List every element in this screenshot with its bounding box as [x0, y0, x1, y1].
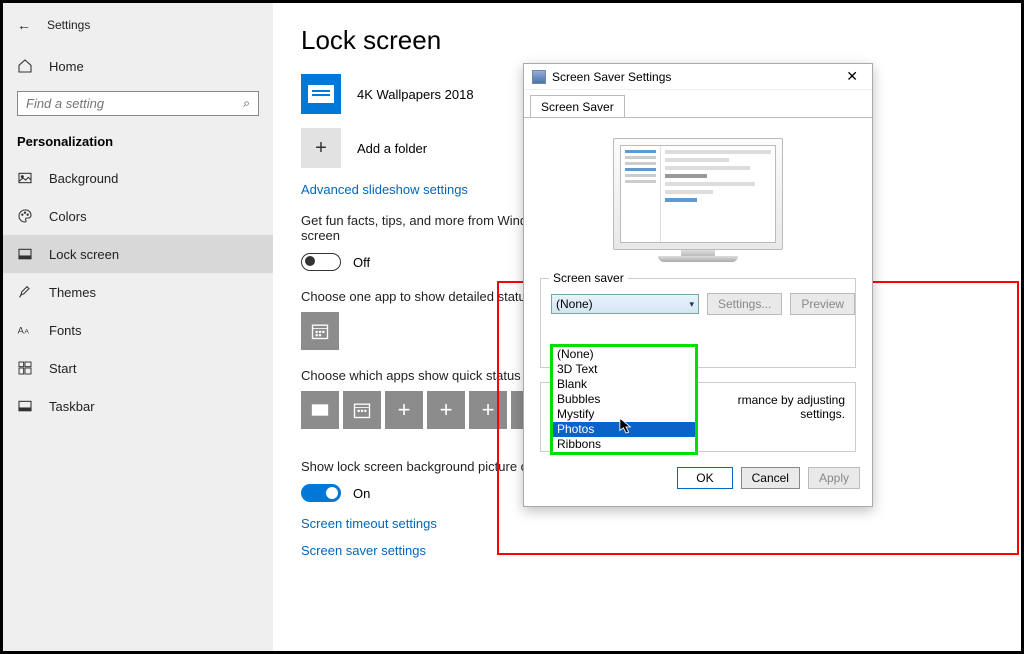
nav-label: Themes: [49, 285, 96, 300]
screensaver-dropdown[interactable]: (None) 3D Text Blank Bubbles Mystify Pho…: [550, 344, 698, 455]
add-folder-label: Add a folder: [357, 141, 427, 156]
svg-text:A: A: [24, 328, 29, 335]
group-legend: Screen saver: [549, 271, 628, 285]
apply-button[interactable]: Apply: [808, 467, 860, 489]
nav-label: Background: [49, 171, 118, 186]
brush-icon: [17, 284, 33, 300]
quick-slot-add-4[interactable]: +: [427, 391, 465, 429]
add-folder-button[interactable]: +: [301, 128, 341, 168]
settings-sidebar: ← Settings Home ⌕ Personalization Backgr…: [3, 3, 273, 651]
search-input-wrapper[interactable]: ⌕: [17, 91, 259, 116]
pm-text-2: settings.: [800, 407, 845, 421]
detailed-status-slot[interactable]: [301, 312, 339, 350]
dialog-title: Screen Saver Settings: [552, 70, 671, 84]
signin-toggle[interactable]: [301, 484, 341, 502]
screen-timeout-link[interactable]: Screen timeout settings: [301, 516, 993, 531]
monitor-preview: [613, 138, 783, 262]
nav-background[interactable]: Background: [3, 159, 273, 197]
nav-label: Colors: [49, 209, 87, 224]
nav-label: Lock screen: [49, 247, 119, 262]
nav-label: Taskbar: [49, 399, 95, 414]
toggle-on-label: On: [353, 486, 370, 501]
quick-slot-add-5[interactable]: +: [469, 391, 507, 429]
window-title: Settings: [47, 18, 90, 32]
screensaver-dialog: Screen Saver Settings ✕ Screen Saver Scr…: [523, 63, 873, 507]
option-ribbons[interactable]: Ribbons: [553, 437, 695, 452]
section-label: Personalization: [3, 128, 273, 159]
nav-taskbar[interactable]: Taskbar: [3, 387, 273, 425]
close-icon[interactable]: ✕: [840, 68, 864, 85]
back-arrow-icon[interactable]: ←: [17, 17, 31, 33]
option-photos[interactable]: Photos: [553, 422, 695, 437]
mail-icon: [310, 400, 330, 420]
search-icon: ⌕: [243, 96, 250, 111]
app-tile-label: 4K Wallpapers 2018: [357, 87, 474, 102]
nav-start[interactable]: Start: [3, 349, 273, 387]
cancel-button[interactable]: Cancel: [741, 467, 800, 489]
fonts-icon: AA: [17, 322, 33, 338]
nav-home[interactable]: Home: [3, 49, 273, 83]
plus-icon: +: [440, 397, 453, 423]
start-icon: [17, 360, 33, 376]
palette-icon: [17, 208, 33, 224]
app-tile-4k[interactable]: [301, 74, 341, 114]
dialog-icon: [532, 70, 546, 84]
quick-slot-calendar[interactable]: [343, 391, 381, 429]
nav-label: Fonts: [49, 323, 82, 338]
calendar-icon: [310, 321, 330, 341]
nav-themes[interactable]: Themes: [3, 273, 273, 311]
settings-button[interactable]: Settings...: [707, 293, 782, 315]
combo-value: (None): [556, 297, 593, 311]
picture-icon: [17, 170, 33, 186]
option-none[interactable]: (None): [553, 347, 695, 362]
quick-slot-mail[interactable]: [301, 391, 339, 429]
option-3dtext[interactable]: 3D Text: [553, 362, 695, 377]
calendar-icon: [352, 400, 372, 420]
nav-fonts[interactable]: AA Fonts: [3, 311, 273, 349]
plus-icon: +: [398, 397, 411, 423]
quick-slot-add-3[interactable]: +: [385, 391, 423, 429]
lockscreen-icon: [17, 246, 33, 262]
home-label: Home: [49, 59, 84, 74]
tab-screensaver[interactable]: Screen Saver: [530, 95, 625, 118]
preview-button[interactable]: Preview: [790, 293, 855, 315]
ok-button[interactable]: OK: [677, 467, 732, 489]
option-blank[interactable]: Blank: [553, 377, 695, 392]
pm-text-1: rmance by adjusting: [738, 393, 845, 407]
plus-icon: +: [482, 397, 495, 423]
option-bubbles[interactable]: Bubbles: [553, 392, 695, 407]
search-input[interactable]: [26, 96, 243, 111]
nav-colors[interactable]: Colors: [3, 197, 273, 235]
taskbar-icon: [17, 398, 33, 414]
screensaver-combobox[interactable]: (None) ▾: [551, 294, 699, 314]
chevron-down-icon: ▾: [689, 299, 694, 310]
screen-saver-link[interactable]: Screen saver settings: [301, 543, 993, 558]
nav-lockscreen[interactable]: Lock screen: [3, 235, 273, 273]
page-title: Lock screen: [301, 25, 993, 56]
svg-text:A: A: [18, 325, 25, 335]
home-icon: [17, 58, 33, 74]
toggle-off-label: Off: [353, 255, 370, 270]
nav-label: Start: [49, 361, 76, 376]
option-mystify[interactable]: Mystify: [553, 407, 695, 422]
tips-toggle[interactable]: [301, 253, 341, 271]
